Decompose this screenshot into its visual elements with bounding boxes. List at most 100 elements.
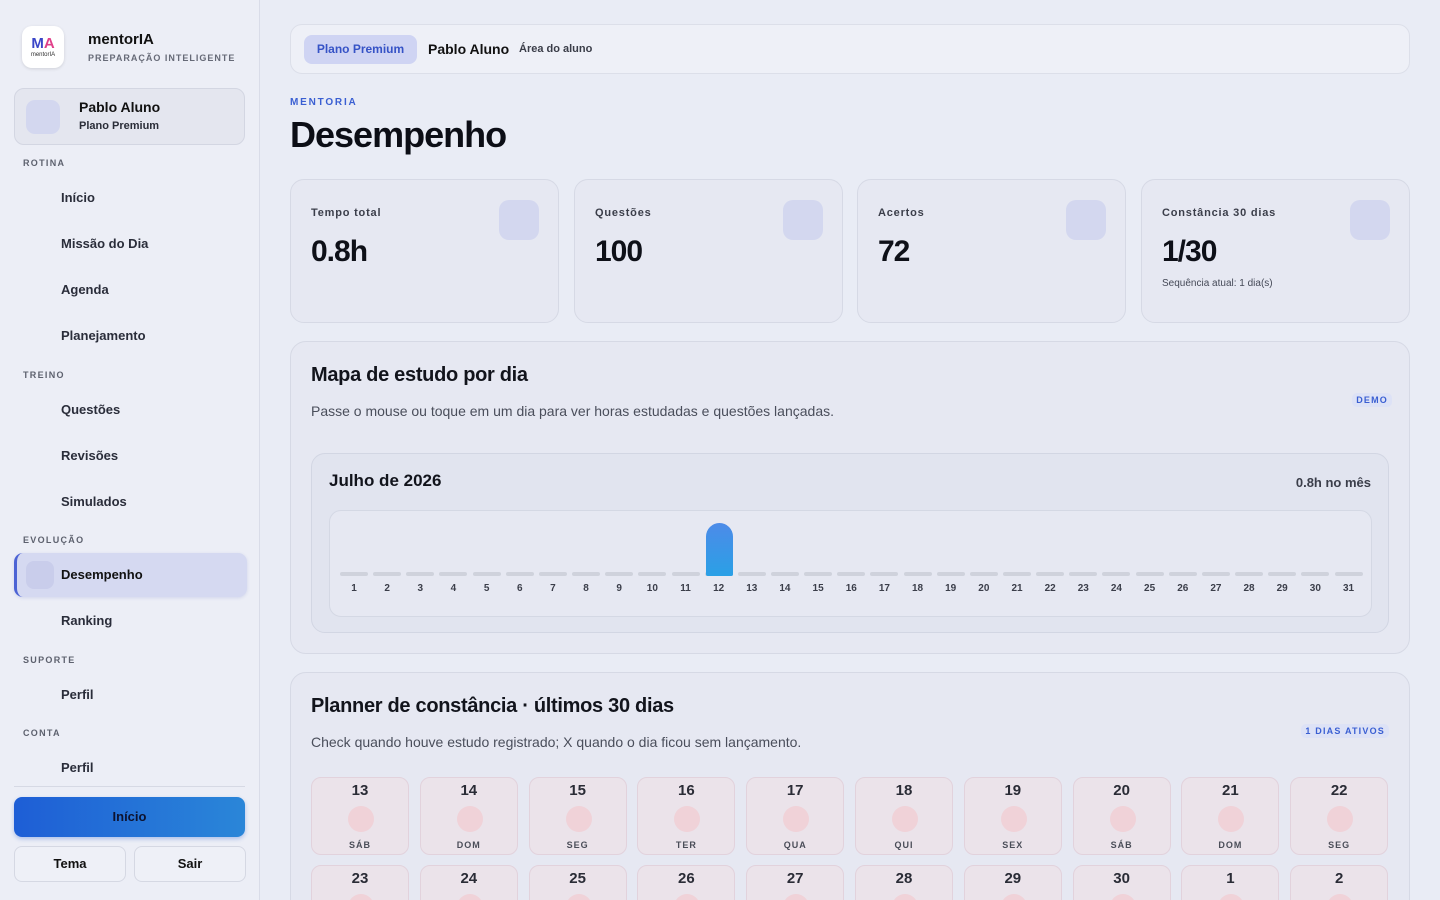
sidebar: MA mentorIA mentorIA PREPARAÇÃO INTELIGE…: [0, 0, 260, 900]
bar-tick-label: 24: [1110, 583, 1122, 594]
bar-baseline: [1135, 572, 1164, 576]
bar-baseline: [572, 572, 601, 576]
bar-tick-label: 13: [746, 583, 758, 594]
day-weekday: SEG: [566, 840, 589, 850]
sidebar-item-missao-do-dia[interactable]: Missão do Dia: [61, 236, 148, 251]
bar-tick-label: 10: [646, 583, 658, 594]
logo-mark-icon: MA: [31, 34, 55, 52]
planner-day-card[interactable]: 18 QUI: [855, 777, 953, 855]
day-weekday: DOM: [456, 840, 481, 850]
sidebar-item-perfil-suporte[interactable]: Perfil: [61, 687, 94, 702]
bar-baseline: [538, 572, 567, 576]
nav-section-suporte: SUPORTE: [23, 655, 76, 665]
logout-button[interactable]: Sair: [134, 846, 246, 882]
planner-day-card[interactable]: 24: [419, 865, 518, 900]
user-plan: Plano Premium: [79, 120, 160, 132]
bar-baseline: [605, 572, 634, 576]
bar-tick-label: 4: [450, 583, 457, 594]
planner-day-card[interactable]: 15 SEG: [528, 777, 627, 855]
planner-day-card[interactable]: 22 SEG: [1290, 777, 1389, 855]
day-number: 27: [786, 870, 804, 887]
bar-baseline: [737, 572, 766, 576]
bar-baseline: [1003, 572, 1031, 576]
day-number: 25: [569, 870, 586, 887]
stat-value: 1/30: [1162, 235, 1217, 268]
planner-day-card[interactable]: 1: [1181, 865, 1280, 900]
bar-tick-label: 20: [978, 583, 990, 594]
planner-day-card[interactable]: 16 TER: [637, 777, 736, 855]
x-status-icon: [1000, 806, 1027, 832]
day-weekday: QUA: [783, 840, 807, 850]
x-status-icon: [1218, 894, 1245, 900]
stat-label: Tempo total: [311, 207, 382, 219]
planner-day-card[interactable]: 21 DOM: [1181, 777, 1280, 855]
day-number: 20: [1113, 782, 1130, 799]
bar-baseline: [373, 572, 402, 576]
topbar-user-name: Pablo Aluno: [428, 41, 510, 57]
bar-baseline: [770, 572, 799, 576]
questions-icon: [783, 200, 823, 240]
planner-day-card[interactable]: 23: [311, 865, 409, 900]
planner-day-card[interactable]: 20 SÁB: [1072, 777, 1171, 855]
page-title: Desempenho: [290, 114, 507, 155]
sidebar-item-desempenho[interactable]: Desempenho: [14, 553, 247, 597]
calendar-icon: [1350, 200, 1390, 240]
stat-card-tempo-total: Tempo total 0.8h: [290, 179, 559, 323]
user-card[interactable]: Pablo Aluno Plano Premium: [14, 88, 245, 145]
user-name: Pablo Aluno: [79, 99, 161, 115]
planner-panel: Planner de constância · últimos 30 dias …: [290, 672, 1410, 900]
bar-baseline: [638, 572, 667, 576]
bar-tick-label: 6: [516, 583, 523, 594]
sidebar-item-perfil-conta[interactable]: Perfil: [61, 760, 94, 775]
bar-day-12[interactable]: [705, 523, 733, 576]
sidebar-item-agenda[interactable]: Agenda: [61, 282, 109, 297]
day-weekday: QUI: [894, 840, 914, 850]
planner-day-card[interactable]: 13 SÁB: [311, 777, 409, 855]
bar-baseline: [1268, 572, 1297, 576]
theme-button[interactable]: Tema: [14, 846, 126, 882]
sidebar-item-ranking[interactable]: Ranking: [61, 613, 112, 628]
planner-day-card[interactable]: 26: [637, 865, 736, 900]
check-icon: [1066, 200, 1106, 240]
nav-section-evolucao: EVOLUÇÃO: [23, 535, 85, 545]
day-number: 17: [786, 782, 804, 799]
planner-day-card[interactable]: 27: [746, 865, 845, 900]
planner-day-card[interactable]: 17 QUA: [746, 777, 845, 855]
brand-name: mentorIA: [88, 31, 154, 48]
sidebar-item-simulados[interactable]: Simulados: [61, 494, 127, 509]
planner-day-card[interactable]: 2: [1290, 865, 1389, 900]
stat-value: 0.8h: [311, 235, 368, 268]
chart-icon: [26, 561, 54, 589]
plan-badge[interactable]: Plano Premium: [304, 35, 417, 64]
day-weekday: DOM: [1218, 840, 1243, 850]
brand[interactable]: MA mentorIA mentorIA PREPARAÇÃO INTELIGE…: [22, 26, 235, 68]
planner-day-card[interactable]: 30: [1072, 865, 1171, 900]
planner-day-card[interactable]: 19 SEX: [963, 777, 1062, 855]
planner-day-card[interactable]: 14 DOM: [419, 777, 518, 855]
x-status-icon: [674, 806, 701, 832]
planner-day-card[interactable]: 25: [528, 865, 627, 900]
bar-baseline: [969, 572, 998, 576]
bar-tick-label: 29: [1276, 583, 1288, 594]
stat-card-acertos: Acertos 72: [857, 179, 1126, 323]
bar-tick-label: 26: [1177, 583, 1189, 594]
sidebar-item-planejamento[interactable]: Planejamento: [61, 328, 146, 343]
sidebar-item-revisoes[interactable]: Revisões: [61, 448, 118, 463]
bar-tick-label: 31: [1342, 583, 1355, 594]
panel-description: Check quando houve estudo registrado; X …: [311, 734, 802, 750]
planner-day-card[interactable]: 28: [855, 865, 953, 900]
nav-section-conta: CONTA: [23, 728, 61, 738]
day-weekday: SÁB: [1110, 840, 1133, 850]
day-number: 18: [895, 782, 913, 799]
planner-day-card[interactable]: 29: [963, 865, 1062, 900]
bar-tick-label: 11: [680, 583, 691, 594]
day-number: 30: [1113, 870, 1130, 887]
bar-baseline: [671, 572, 700, 576]
sidebar-item-inicio[interactable]: Início: [61, 190, 95, 205]
brand-logo: MA mentorIA: [22, 26, 64, 68]
sidebar-item-questoes[interactable]: Questões: [61, 402, 120, 417]
day-number: 26: [678, 870, 695, 887]
nav-section-treino: TREINO: [23, 370, 65, 380]
panel-title: Mapa de estudo por dia: [311, 364, 528, 386]
inicio-button[interactable]: Início: [14, 797, 245, 837]
